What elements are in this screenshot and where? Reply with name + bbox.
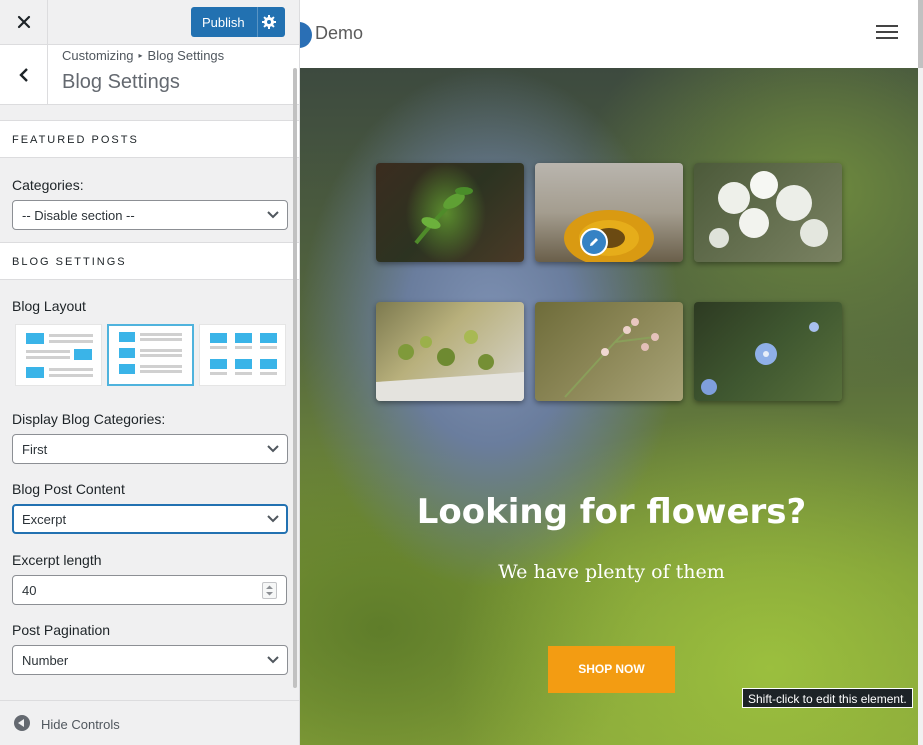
- gallery-image-moss[interactable]: [376, 302, 524, 401]
- excerpt-length-label: Excerpt length: [12, 552, 102, 568]
- publish-settings-button[interactable]: [261, 14, 277, 33]
- site-preview: Demo Looking for flowers? We have plenty…: [300, 0, 923, 745]
- featured-posts-heading: FEATURED POSTS: [0, 120, 299, 158]
- close-customizer-button[interactable]: [0, 0, 48, 44]
- hero-title: Looking for flowers?: [416, 492, 807, 532]
- section-title: Blog Settings: [62, 71, 180, 93]
- edit-tooltip: Shift-click to edit this element.: [742, 688, 913, 708]
- layout-option-grid[interactable]: [199, 324, 286, 386]
- sidebar-scrollbar[interactable]: [293, 68, 297, 688]
- hamburger-icon[interactable]: [876, 24, 898, 40]
- customizer-window: Publish Customizing ▸ Blog Settings Blog…: [0, 0, 923, 745]
- gallery-image-sunflower[interactable]: [535, 163, 683, 262]
- categories-select[interactable]: -- Disable section --: [12, 200, 288, 230]
- excerpt-length-value: 40: [22, 583, 37, 598]
- chevron-down-icon: [267, 515, 279, 523]
- pagination-value: Number: [22, 653, 69, 668]
- hero-section: [300, 68, 918, 745]
- publish-button[interactable]: Publish: [191, 7, 285, 37]
- site-logo[interactable]: [300, 22, 312, 48]
- sprout-image: [414, 187, 473, 245]
- blog-settings-heading: BLOG SETTINGS: [0, 242, 299, 280]
- number-stepper[interactable]: [262, 582, 277, 599]
- gallery-image-blue-flowers[interactable]: [694, 302, 842, 401]
- sunflower-image: [564, 210, 654, 262]
- post-content-label: Blog Post Content: [12, 481, 125, 497]
- gallery-image-pink-buds[interactable]: [535, 302, 683, 401]
- pagination-select[interactable]: Number: [12, 645, 288, 675]
- customizer-sidebar: Publish Customizing ▸ Blog Settings Blog…: [0, 0, 300, 745]
- chevron-down-icon: [267, 656, 279, 664]
- moss-image: [376, 330, 524, 401]
- preview-scrollbar-thumb[interactable]: [918, 0, 923, 68]
- hide-controls-button[interactable]: Hide Controls: [0, 700, 299, 745]
- preview-scrollbar[interactable]: [918, 0, 923, 745]
- gallery-image-white-blossoms[interactable]: [694, 163, 842, 262]
- site-header: Demo: [300, 0, 923, 68]
- excerpt-length-input[interactable]: 40: [12, 575, 287, 605]
- pencil-icon: [590, 238, 598, 246]
- blue-flowers-image: [701, 322, 819, 395]
- breadcrumb-root: Customizing: [62, 48, 134, 63]
- categories-label: Categories:: [12, 177, 84, 193]
- publish-divider: [257, 7, 258, 37]
- post-content-value: Excerpt: [22, 512, 67, 527]
- pagination-label: Post Pagination: [12, 622, 111, 638]
- breadcrumb-current: Blog Settings: [147, 48, 225, 63]
- chevron-down-icon: [267, 445, 279, 453]
- collapse-arrow-icon: [14, 715, 30, 731]
- layout-option-left-thumbnail[interactable]: [107, 324, 194, 386]
- post-content-select[interactable]: Excerpt: [12, 504, 288, 534]
- breadcrumb-arrow-icon: ▸: [138, 51, 143, 60]
- layout-grid-icon: [210, 333, 277, 375]
- customizer-header: Publish: [0, 0, 299, 45]
- display-categories-label: Display Blog Categories:: [12, 411, 166, 427]
- edit-shortcut-button[interactable]: [580, 228, 608, 256]
- close-icon: [17, 15, 30, 29]
- site-name[interactable]: Demo: [315, 23, 363, 44]
- chevron-down-icon: [267, 211, 279, 219]
- gallery-image-sprout[interactable]: [376, 163, 524, 262]
- chevron-left-icon: [18, 67, 28, 82]
- blog-layout-label: Blog Layout: [12, 298, 86, 314]
- gear-icon: [262, 15, 276, 29]
- layout-option-alternating[interactable]: [15, 324, 102, 386]
- display-categories-select[interactable]: First: [12, 434, 288, 464]
- hide-controls-label: Hide Controls: [41, 717, 120, 732]
- breadcrumb: Customizing ▸ Blog Settings: [62, 48, 224, 63]
- layout-left-thumbnail-icon: [119, 332, 182, 374]
- hero-subtitle: We have plenty of them: [498, 561, 725, 583]
- shop-now-button[interactable]: SHOP NOW: [548, 646, 675, 693]
- display-categories-value: First: [22, 442, 48, 457]
- pink-buds-image: [564, 318, 659, 398]
- section-header: Customizing ▸ Blog Settings Blog Settings: [0, 45, 299, 105]
- layout-alternating-icon: [26, 333, 93, 378]
- back-button[interactable]: [0, 45, 48, 104]
- stepper-arrows-icon: [266, 585, 273, 596]
- white-blossoms-image: [709, 171, 828, 248]
- categories-value: -- Disable section --: [22, 208, 135, 223]
- publish-label: Publish: [202, 15, 245, 30]
